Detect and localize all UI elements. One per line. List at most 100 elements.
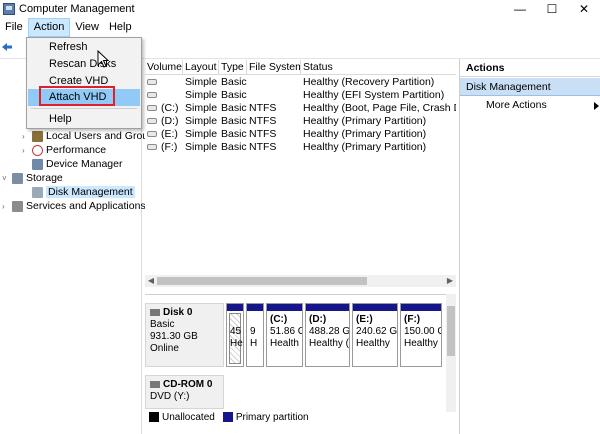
partition-bar xyxy=(267,304,302,311)
column-type[interactable]: Type xyxy=(219,60,247,75)
cell-fs xyxy=(247,76,301,89)
menu-help-item[interactable]: Help xyxy=(28,111,140,128)
partition-block[interactable]: (D:)488.28 GEHealthy ( xyxy=(305,303,350,367)
actions-title: Actions xyxy=(460,60,600,77)
volume-list: Volume Layout Type File System Status Si… xyxy=(145,59,456,289)
cell-volume: (C:) xyxy=(145,102,183,115)
maximize-button[interactable]: ☐ xyxy=(536,0,568,18)
action-menu: Refresh Rescan Disks Create VHD Attach V… xyxy=(26,37,142,129)
primary-partition-swatch xyxy=(222,412,233,422)
tree-item-storage[interactable]: ˅ Storage xyxy=(2,171,63,185)
column-layout[interactable]: Layout xyxy=(183,60,219,75)
table-row[interactable]: (E:) Simple Basic NTFS Healthy (Primary Part… xyxy=(145,128,456,141)
disk-icon xyxy=(150,308,160,316)
title-bar: Computer Management — ☐ ✕ xyxy=(0,0,600,18)
cell-status: Healthy (Primary Partition) xyxy=(303,128,427,140)
menu-rescan-disks[interactable]: Rescan Disks xyxy=(28,56,140,73)
cell-fs: NTFS xyxy=(249,128,277,140)
mouse-cursor-icon xyxy=(97,50,109,68)
back-arrow-icon[interactable] xyxy=(2,42,12,52)
tree-item-local-users[interactable]: › Local Users and Groups xyxy=(22,129,159,143)
more-actions[interactable]: More Actions xyxy=(460,97,600,114)
drive-icon xyxy=(147,105,157,112)
table-row[interactable]: (C:) Simple Basic NTFS Healthy (Boot, Page F… xyxy=(145,102,456,115)
table-row[interactable]: (F:) Simple Basic NTFS Healthy (Primary Part… xyxy=(145,141,456,154)
cell-type: Basic xyxy=(221,115,247,127)
cell-type: Basic xyxy=(221,89,247,101)
vertical-scrollbar[interactable] xyxy=(446,294,456,412)
disk-graphical-view: Disk 0 Basic 931.30 GB Online 45 He 9 H (C:… xyxy=(145,294,456,412)
cell-layout: Simple xyxy=(185,89,218,101)
minimize-button[interactable]: — xyxy=(504,0,536,18)
scroll-left-icon[interactable]: ◀ xyxy=(145,275,157,287)
cell-type: Basic xyxy=(221,128,247,140)
cdrom-0-info[interactable]: CD-ROM 0 DVD (Y:) xyxy=(145,375,224,409)
partition-block[interactable]: (F:) 150.00 G Healthy xyxy=(400,303,442,367)
disk-0-info[interactable]: Disk 0 Basic 931.30 GB Online xyxy=(145,303,224,367)
collapse-icon[interactable]: ˅ xyxy=(2,174,10,183)
partition-bar xyxy=(227,304,243,311)
close-button[interactable]: ✕ xyxy=(568,0,600,18)
cell-fs: NTFS xyxy=(249,141,277,153)
drive-icon xyxy=(147,92,157,99)
cell-volume: (F:) xyxy=(145,141,183,154)
partition-line3: H xyxy=(250,338,258,349)
partition-line3: Healthy xyxy=(404,338,438,349)
partition-block[interactable]: (E:) 240.62 G Healthy xyxy=(352,303,398,367)
expand-icon[interactable]: › xyxy=(22,132,30,141)
column-file-system[interactable]: File System xyxy=(247,60,301,75)
partition-line1 xyxy=(250,314,261,326)
horizontal-scrollbar[interactable]: ◀ ▶ xyxy=(145,275,456,287)
cell-status: Healthy (Primary Partition) xyxy=(303,115,427,127)
partition-line1: (E:) xyxy=(356,314,373,325)
table-row[interactable]: Simple Basic Healthy (EFI System Partition… xyxy=(145,89,456,102)
actions-section-disk-management[interactable]: Disk Management xyxy=(460,78,600,96)
cell-fs: NTFS xyxy=(249,115,277,127)
submenu-arrow-icon xyxy=(594,102,599,110)
scroll-thumb[interactable] xyxy=(157,277,367,285)
cell-volume: (E:) xyxy=(145,128,183,141)
table-row[interactable]: (D:) Simple Basic NTFS Healthy (Primary Part… xyxy=(145,115,456,128)
highlight-box xyxy=(39,86,115,106)
tree-item-performance[interactable]: › Performance xyxy=(22,143,106,157)
partition-bar xyxy=(353,304,397,311)
partition-block[interactable]: 9H xyxy=(246,303,264,367)
expand-icon[interactable]: › xyxy=(2,202,10,211)
legend-primary: Primary partition xyxy=(235,411,309,423)
scroll-right-icon[interactable]: ▶ xyxy=(444,275,456,287)
column-status[interactable]: Status xyxy=(301,60,456,75)
volume-list-header: Volume Layout Type File System Status xyxy=(145,60,456,75)
storage-icon xyxy=(12,172,23,184)
services-icon xyxy=(12,200,23,212)
cell-status: Healthy (Recovery Partition) xyxy=(303,76,435,88)
menu-help[interactable]: Help xyxy=(104,18,137,37)
cell-volume xyxy=(145,76,183,89)
scroll-thumb[interactable] xyxy=(447,306,455,356)
partition-line1 xyxy=(230,314,241,326)
menu-bar: File Action View Help xyxy=(0,18,600,37)
legend: Unallocated Primary partition xyxy=(145,410,456,424)
cell-type: Basic xyxy=(221,76,247,88)
tree-item-disk-management[interactable]: Disk Management xyxy=(22,185,135,199)
tree-item-services[interactable]: › Services and Applications xyxy=(2,199,146,213)
cell-volume: (D:) xyxy=(145,115,183,128)
computer-management-icon xyxy=(3,3,15,15)
menu-view[interactable]: View xyxy=(70,18,104,37)
cdrom-icon xyxy=(150,380,160,388)
tree-item-device-manager[interactable]: Device Manager xyxy=(22,157,122,171)
column-volume[interactable]: Volume xyxy=(145,60,183,75)
users-icon xyxy=(32,130,43,142)
partition-line2: 150.00 G xyxy=(404,326,442,337)
menu-file[interactable]: File xyxy=(0,18,28,37)
partition-line2: 9 xyxy=(250,326,256,337)
cell-layout: Simple xyxy=(185,102,218,114)
menu-action[interactable]: Action xyxy=(27,18,71,37)
unallocated-swatch xyxy=(149,412,159,422)
partition-block[interactable]: (C:) 51.86 G Health xyxy=(266,303,303,367)
menu-refresh[interactable]: Refresh xyxy=(28,39,140,56)
partition-block[interactable]: 45 He xyxy=(226,303,244,367)
expand-icon[interactable]: › xyxy=(22,146,30,155)
table-row[interactable]: Simple Basic Healthy (Recovery Partition) xyxy=(145,76,456,89)
cell-fs xyxy=(247,89,301,102)
cell-layout: Simple xyxy=(185,115,218,127)
